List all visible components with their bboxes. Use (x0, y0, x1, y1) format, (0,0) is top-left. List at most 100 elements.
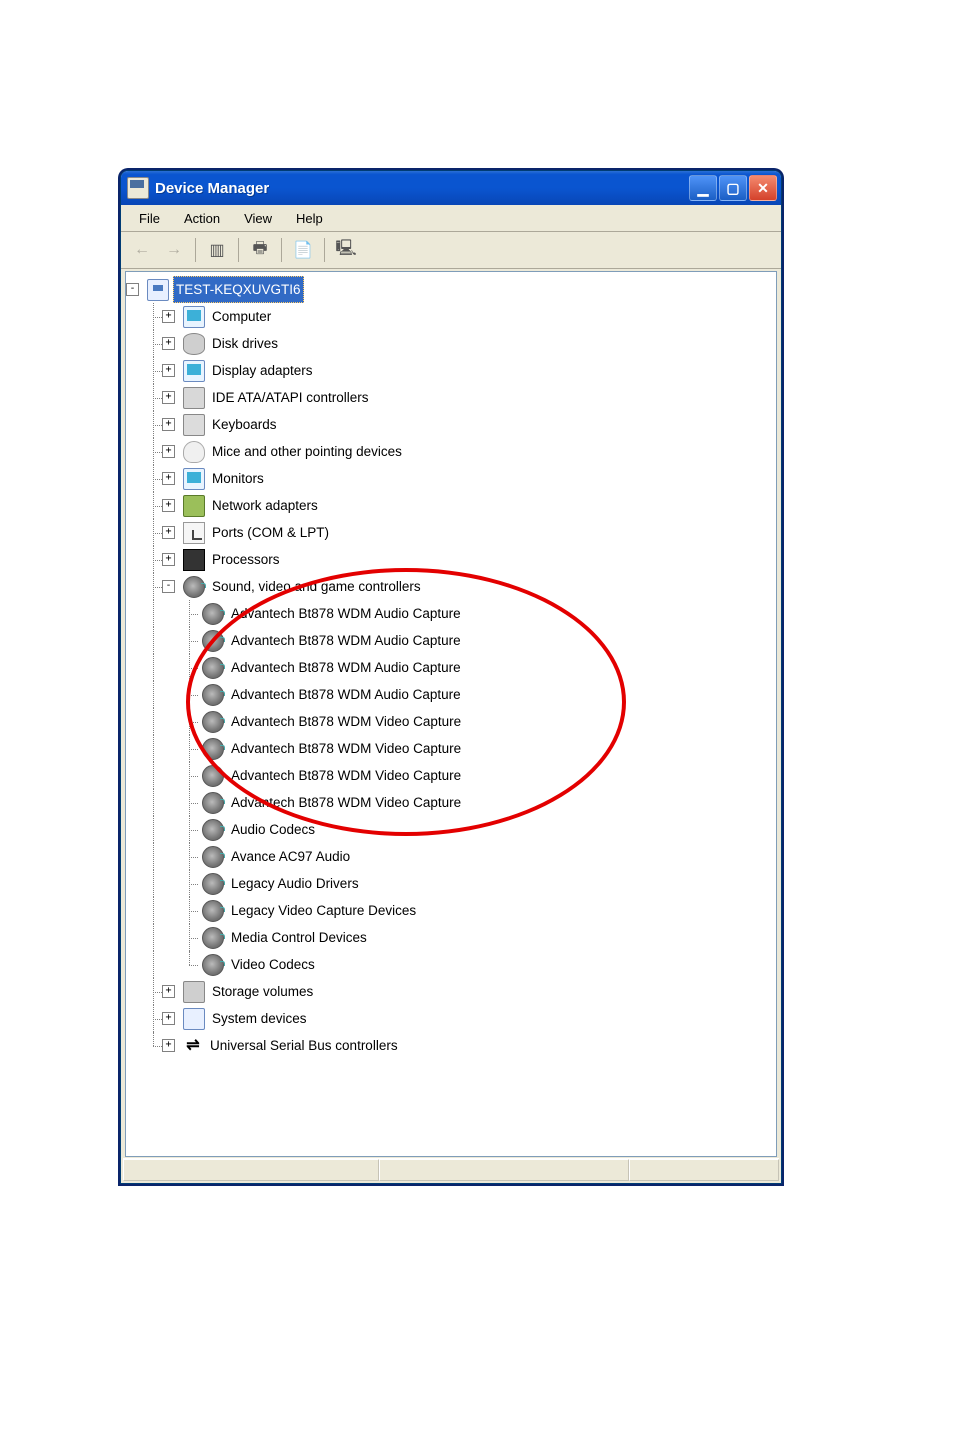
usb-icon: ⇌ (183, 1036, 203, 1056)
tree-category-node[interactable]: +Mice and other pointing devices (126, 438, 776, 465)
sound-icon (202, 954, 224, 976)
arrow-right-icon: → (166, 241, 182, 259)
titlebar[interactable]: Device Manager ▁ ▢ ✕ (121, 171, 781, 205)
mouse-icon (183, 441, 205, 463)
sound-icon (202, 603, 224, 625)
maximize-button[interactable]: ▢ (719, 175, 747, 201)
keyboard-icon (183, 414, 205, 436)
tree-category-node[interactable]: +Keyboards (126, 411, 776, 438)
expander-icon[interactable]: + (162, 337, 175, 350)
expander-icon[interactable]: + (162, 472, 175, 485)
expander-icon[interactable]: + (162, 445, 175, 458)
expander-icon[interactable]: + (162, 364, 175, 377)
tree-node-label: Network adapters (209, 492, 321, 519)
tree-node-label: Legacy Video Capture Devices (228, 897, 419, 924)
tree-category-node[interactable]: +Computer (126, 303, 776, 330)
sound-icon (202, 711, 224, 733)
tree-node-label: Advantech Bt878 WDM Audio Capture (228, 654, 464, 681)
storage-icon (183, 981, 205, 1003)
minimize-button[interactable]: ▁ (689, 175, 717, 201)
tree-device-node[interactable]: Advantech Bt878 WDM Video Capture (126, 735, 776, 762)
tree-node-label: Sound, video and game controllers (209, 573, 424, 600)
tree-category-node[interactable]: + Monitors (126, 465, 776, 492)
expander-icon[interactable]: + (162, 553, 175, 566)
show-hide-tree-button[interactable]: ▥ (202, 235, 232, 265)
tree-device-node[interactable]: Advantech Bt878 WDM Audio Capture (126, 654, 776, 681)
tree-node-label: Advantech Bt878 WDM Video Capture (228, 789, 464, 816)
ide-icon (183, 387, 205, 409)
properties-button[interactable]: 📄 (288, 235, 318, 265)
sound-icon (202, 927, 224, 949)
tree-node-label: Avance AC97 Audio (228, 843, 353, 870)
expander-icon[interactable]: + (162, 985, 175, 998)
tree-category-node[interactable]: - Sound, video and game controllers (126, 573, 776, 600)
tree-category-node[interactable]: + Ports (COM & LPT) (126, 519, 776, 546)
tree-device-node[interactable]: Advantech Bt878 WDM Video Capture (126, 789, 776, 816)
scan-hardware-button[interactable]: 🖳 (331, 235, 361, 265)
tree-node-label: System devices (209, 1005, 310, 1032)
tree-root-node[interactable]: -TEST-KEQXUVGTI6 (126, 276, 776, 303)
tree-device-node[interactable]: Advantech Bt878 WDM Video Capture (126, 762, 776, 789)
window-controls: ▁ ▢ ✕ (689, 175, 777, 201)
sound-icon (202, 657, 224, 679)
expander-icon[interactable]: - (162, 580, 175, 593)
device-tree[interactable]: -TEST-KEQXUVGTI6+Computer+Disk drives+Di… (125, 271, 777, 1157)
disk-icon (183, 333, 205, 355)
sound-icon (202, 792, 224, 814)
tree-device-node[interactable]: Legacy Video Capture Devices (126, 897, 776, 924)
tree-device-node[interactable]: Video Codecs (126, 951, 776, 978)
tree-device-node[interactable]: Legacy Audio Drivers (126, 870, 776, 897)
toolbar-separator (324, 238, 325, 262)
sound-icon (202, 846, 224, 868)
app-icon (127, 177, 149, 199)
toolbar-separator (238, 238, 239, 262)
minimize-icon: ▁ (698, 181, 709, 195)
expander-icon[interactable]: + (162, 310, 175, 323)
tree-device-node[interactable]: Advantech Bt878 WDM Audio Capture (126, 627, 776, 654)
tree-category-node[interactable]: +⇌Universal Serial Bus controllers (126, 1032, 776, 1059)
computer-icon (147, 279, 169, 301)
expander-icon[interactable]: + (162, 499, 175, 512)
tree-category-node[interactable]: +Display adapters (126, 357, 776, 384)
tree-category-node[interactable]: +IDE ATA/ATAPI controllers (126, 384, 776, 411)
print-button[interactable]: 🖶 (245, 235, 275, 265)
tree-category-node[interactable]: +Storage volumes (126, 978, 776, 1005)
tree-panel-icon: ▥ (209, 240, 224, 260)
tree-category-node[interactable]: + System devices (126, 1005, 776, 1032)
tree-node-label: Monitors (209, 465, 267, 492)
status-pane (629, 1159, 779, 1181)
tree-node-label: Disk drives (209, 330, 281, 357)
menu-help[interactable]: Help (284, 209, 335, 228)
tree-device-node[interactable]: Avance AC97 Audio (126, 843, 776, 870)
tree-node-label: Advantech Bt878 WDM Video Capture (228, 762, 464, 789)
menu-action[interactable]: Action (172, 209, 232, 228)
monitor-icon (183, 360, 205, 382)
ports-icon (183, 522, 205, 544)
tree-device-node[interactable]: Advantech Bt878 WDM Video Capture (126, 708, 776, 735)
expander-icon[interactable]: + (162, 391, 175, 404)
tree-node-label: Advantech Bt878 WDM Video Capture (228, 708, 464, 735)
tree-device-node[interactable]: Advantech Bt878 WDM Audio Capture (126, 600, 776, 627)
tree-node-label: Media Control Devices (228, 924, 370, 951)
expander-icon[interactable]: - (126, 283, 139, 296)
nav-forward-button[interactable]: → (159, 235, 189, 265)
expander-icon[interactable]: + (162, 1012, 175, 1025)
menu-view[interactable]: View (232, 209, 284, 228)
sound-icon (183, 576, 205, 598)
scan-icon: 🖳 (335, 237, 356, 264)
tree-category-node[interactable]: + Disk drives (126, 330, 776, 357)
tree-node-label: Advantech Bt878 WDM Audio Capture (228, 627, 464, 654)
toolbar: ← → ▥ 🖶 📄 🖳 (121, 232, 781, 269)
expander-icon[interactable]: + (162, 418, 175, 431)
tree-category-node[interactable]: + Network adapters (126, 492, 776, 519)
tree-category-node[interactable]: +Processors (126, 546, 776, 573)
menu-file[interactable]: File (127, 209, 172, 228)
expander-icon[interactable]: + (162, 1039, 175, 1052)
tree-device-node[interactable]: Advantech Bt878 WDM Audio Capture (126, 681, 776, 708)
tree-device-node[interactable]: Audio Codecs (126, 816, 776, 843)
expander-icon[interactable]: + (162, 526, 175, 539)
close-button[interactable]: ✕ (749, 175, 777, 201)
tree-device-node[interactable]: Media Control Devices (126, 924, 776, 951)
nav-back-button[interactable]: ← (127, 235, 157, 265)
tree-node-label: Ports (COM & LPT) (209, 519, 332, 546)
